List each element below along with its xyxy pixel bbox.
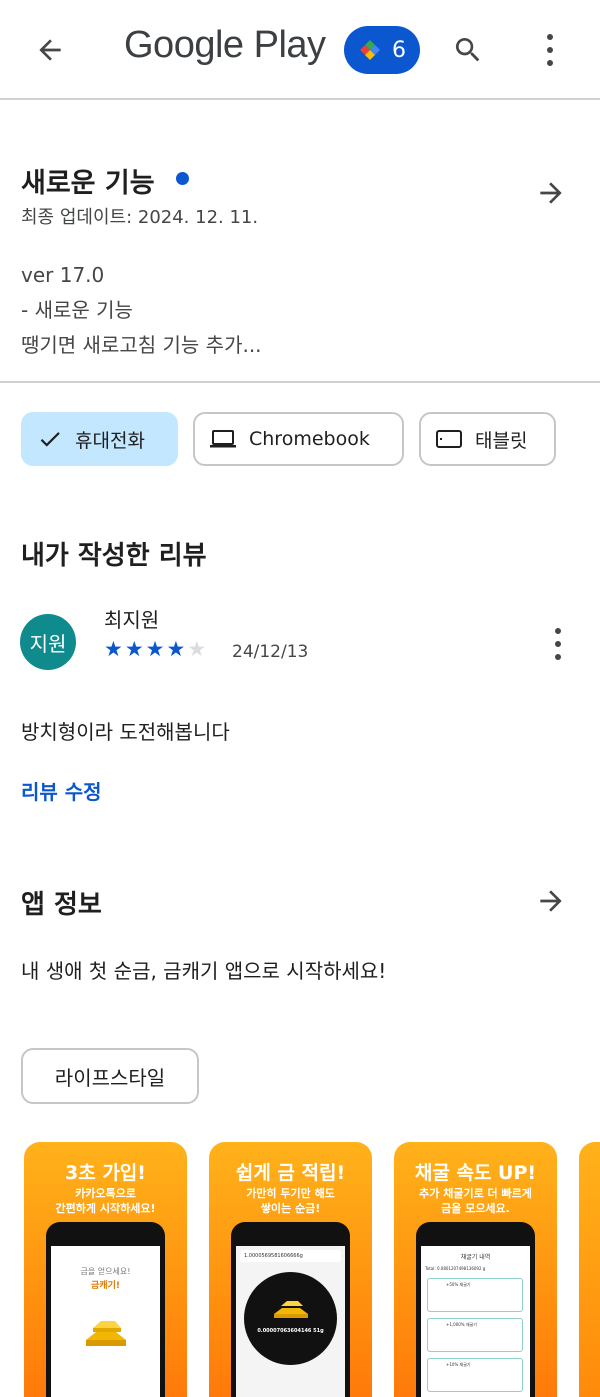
last-updated-date: 최종 업데이트: 2024. 12. 11. (21, 207, 259, 228)
screenshot-subtitle-line: 간편하게 시작하세요! (55, 1202, 156, 1215)
chip-label: 태블릿 (475, 429, 528, 452)
screen-text: +50% 채굴기 (446, 1282, 471, 1287)
review-date: 24/12/13 (232, 642, 309, 662)
edit-review-link[interactable]: 리뷰 수정 (21, 776, 102, 805)
my-review-heading: 내가 작성한 리뷰 (21, 541, 207, 571)
screenshot-subtitle: 카카오톡으로 간편하게 시작하세요! (24, 1186, 187, 1216)
release-note-line: 땡기면 새로고침 기능 추가... (21, 333, 262, 357)
app-info-arrow-button[interactable] (531, 881, 571, 921)
release-note-line: ver 17.0 (21, 263, 105, 287)
screenshot-subtitle-line: 금을 모으세요. (441, 1202, 510, 1215)
phone-mockup: 1.0000569581606666g 0.00007063604146 51g (231, 1222, 350, 1397)
screen-text: Total: 0.0801207498136092 g (425, 1266, 486, 1271)
more-options-button[interactable] (530, 28, 570, 72)
play-points-icon (360, 40, 380, 60)
phone-screen: 1.0000569581606666g 0.00007063604146 51g (236, 1246, 345, 1397)
arrow-forward-icon (540, 182, 562, 204)
review-more-button[interactable] (548, 626, 568, 662)
phone-screen: 금을 얻으세요! 금캐기! (51, 1246, 160, 1397)
play-points-count: 6 (392, 37, 406, 63)
screen-text: 금캐기! (91, 1281, 120, 1291)
screenshot-title: 쉽게 금 적립! (235, 1162, 346, 1184)
screenshot-subtitle-line: 가만히 두기만 해도 (246, 1187, 335, 1200)
mining-circle: 0.00007063604146 51g (244, 1272, 337, 1365)
tablet-icon (436, 430, 462, 448)
arrow-back-icon (39, 39, 61, 61)
chip-label: Chromebook (249, 428, 370, 450)
google-play-logo[interactable]: Google Play (124, 24, 326, 67)
chip-phone[interactable]: 휴대전화 (21, 412, 178, 466)
chip-chromebook[interactable]: Chromebook (193, 412, 404, 466)
screenshot-subtitle: 가만히 두기만 해도 쌓이는 순금! (209, 1186, 372, 1216)
phone-mockup: 채굴기 내역 Total: 0.0801207498136092 g +50% … (416, 1222, 535, 1397)
screenshot-subtitle-line: 쌓이는 순금! (260, 1202, 321, 1215)
avatar: 지원 (20, 614, 76, 670)
search-icon (455, 38, 480, 62)
back-button[interactable] (28, 28, 72, 72)
review-author: 최지원 (104, 608, 160, 632)
screenshot-subtitle: 추가 채굴기로 더 빠르게 금을 모으세요. (394, 1186, 557, 1216)
app-info-heading: 앱 정보 (21, 890, 102, 920)
screen-text: 0.00007063604146 51g (257, 1328, 324, 1334)
play-points-badge[interactable]: 6 (344, 26, 420, 74)
new-indicator-dot (176, 172, 189, 185)
screenshot-2[interactable]: 쉽게 금 적립! 가만히 두기만 해도 쌓이는 순금! 1.0000569581… (209, 1142, 372, 1397)
screenshot-4-partial[interactable] (579, 1142, 600, 1397)
section-divider (0, 381, 600, 383)
more-vert-icon (555, 628, 561, 660)
miner-card: +10% 채굴기 (427, 1358, 523, 1392)
star-filled-icon: ★ (145, 637, 165, 661)
phone-screen: 채굴기 내역 Total: 0.0801207498136092 g +50% … (421, 1246, 530, 1397)
app-description: 내 생애 첫 순금, 금캐기 앱으로 시작하세요! (21, 959, 387, 983)
star-filled-icon: ★ (166, 637, 186, 661)
release-note-line: - 새로운 기능 (21, 298, 133, 322)
screenshot-subtitle-line: 카카오톡으로 (75, 1187, 136, 1200)
whats-new-arrow-button[interactable] (531, 173, 571, 213)
chip-label: 휴대전화 (75, 429, 145, 452)
more-vert-icon (547, 34, 553, 66)
screenshot-1[interactable]: 3초 가입! 카카오톡으로 간편하게 시작하세요! 금을 얻으세요! 금캐기! (24, 1142, 187, 1397)
screenshot-subtitle-line: 추가 채굴기로 더 빠르게 (419, 1187, 532, 1200)
release-notes: ver 17.0 - 새로운 기능 땡기면 새로고침 기능 추가... (21, 258, 262, 363)
gold-bars-icon (274, 1301, 308, 1318)
screen-text: 금을 얻으세요! (80, 1267, 131, 1276)
screen-text: +10% 채굴기 (446, 1362, 471, 1367)
phone-mockup: 금을 얻으세요! 금캐기! (46, 1222, 165, 1397)
screenshot-title: 3초 가입! (65, 1162, 146, 1184)
screenshot-3[interactable]: 채굴 속도 UP! 추가 채굴기로 더 빠르게 금을 모으세요. 채굴기 내역 … (394, 1142, 557, 1397)
search-button[interactable] (446, 28, 490, 72)
review-star-rating: ★ ★ ★ ★ ★ (104, 638, 206, 660)
chip-tablet[interactable]: 태블릿 (419, 412, 556, 466)
arrow-forward-icon (540, 890, 562, 912)
whats-new-title: 새로운 기능 (21, 168, 155, 199)
review-text: 방치형이라 도전해봅니다 (21, 720, 230, 744)
category-tag[interactable]: 라이프스타일 (21, 1048, 199, 1104)
miner-card: +1,000% 채굴기 (427, 1318, 523, 1352)
screen-text: 1.0000569581606666g (240, 1250, 341, 1262)
star-filled-icon: ★ (104, 637, 123, 661)
star-empty-icon: ★ (187, 637, 207, 661)
screen-text: 채굴기 내역 (460, 1254, 491, 1261)
check-icon (40, 432, 60, 447)
miner-card: +50% 채굴기 (427, 1278, 523, 1312)
screenshot-title: 채굴 속도 UP! (414, 1162, 537, 1184)
laptop-icon (210, 430, 236, 448)
gold-bars-icon (86, 1321, 126, 1346)
screen-text: +1,000% 채굴기 (446, 1322, 477, 1327)
star-filled-icon: ★ (124, 637, 144, 661)
